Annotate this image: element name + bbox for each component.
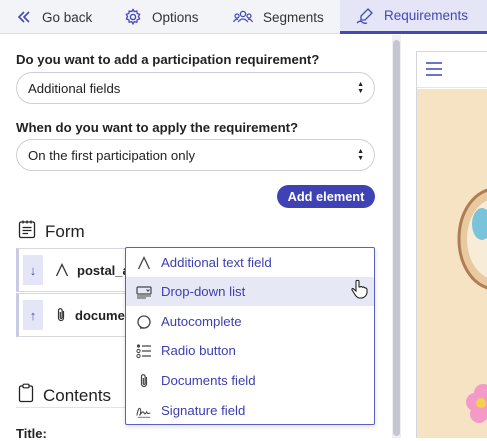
hand-pointer-icon — [350, 279, 368, 304]
menu-item-dropdown-list[interactable]: Drop-down list — [126, 277, 374, 306]
users-group-icon — [233, 9, 253, 25]
menu-item-label: Radio button — [161, 343, 236, 358]
hamburger-menu-icon[interactable] — [425, 61, 443, 82]
add-element-menu: Additional text field Drop-down list Aut… — [125, 247, 375, 425]
contents-section-title: Contents — [18, 383, 111, 408]
form-section-title: Form — [18, 219, 85, 244]
phone-preview-background — [417, 89, 487, 438]
menu-item-signature-field[interactable]: Signature field — [126, 396, 374, 425]
menu-item-radio-button[interactable]: Radio button — [126, 336, 374, 365]
top-navigation: Go back Options Segments Requirements — [0, 0, 487, 34]
select-arrows-icon: ▲ ▼ — [357, 148, 364, 162]
move-up-button[interactable]: ↑ — [23, 300, 43, 330]
add-element-button[interactable]: Add element — [277, 185, 375, 208]
participation-requirement-select[interactable]: Additional fields ▲ ▼ — [16, 72, 375, 104]
signature-pen-icon — [356, 7, 374, 25]
paperclip-icon — [55, 307, 67, 323]
apply-requirement-select[interactable]: On the first participation only ▲ ▼ — [16, 139, 375, 171]
form-title-label: Form — [45, 221, 85, 241]
radio-list-icon — [136, 343, 152, 359]
dropdown-icon — [136, 284, 152, 300]
tab-segments-label: Segments — [263, 9, 324, 25]
select-arrows-icon: ▲ ▼ — [357, 81, 364, 95]
apply-requirement-value: On the first participation only — [28, 147, 196, 163]
tab-requirements-label: Requirements — [384, 8, 469, 23]
gear-icon — [124, 8, 142, 26]
form-icon — [18, 219, 36, 244]
clipboard-icon — [18, 383, 34, 408]
menu-item-additional-text-field[interactable]: Additional text field — [126, 248, 374, 277]
menu-item-documents-field[interactable]: Documents field — [126, 366, 374, 395]
menu-item-label: Documents field — [161, 373, 256, 388]
field-name: postal_a — [77, 262, 130, 278]
menu-item-label: Signature field — [161, 403, 246, 418]
preview-illustration — [457, 188, 487, 423]
text-icon — [136, 255, 152, 271]
menu-item-label: Drop-down list — [161, 284, 246, 299]
tab-requirements[interactable]: Requirements — [340, 0, 487, 34]
move-down-button[interactable]: ↓ — [23, 255, 43, 285]
apply-requirement-question: When do you want to apply the requiremen… — [16, 120, 299, 135]
menu-item-label: Additional text field — [161, 255, 272, 270]
participation-requirement-question: Do you want to add a participation requi… — [16, 52, 320, 67]
double-chevron-left-icon — [16, 9, 32, 25]
field-name: documer — [75, 307, 130, 323]
panel-scrollbar-thumb[interactable] — [393, 40, 400, 436]
menu-item-label: Autocomplete — [161, 314, 242, 329]
title-field-label: Title: — [16, 426, 47, 441]
signature-icon — [136, 403, 152, 419]
tab-segments[interactable]: Segments — [233, 0, 324, 34]
go-back-label: Go back — [42, 9, 93, 25]
go-back-button[interactable]: Go back — [16, 0, 92, 34]
text-icon — [55, 263, 69, 277]
participation-requirement-value: Additional fields — [28, 80, 121, 96]
paperclip-icon — [136, 373, 152, 389]
tab-options[interactable]: Options — [124, 0, 199, 34]
menu-item-autocomplete[interactable]: Autocomplete — [126, 307, 374, 336]
autocomplete-icon — [136, 314, 152, 330]
tab-options-label: Options — [152, 9, 199, 25]
phone-header — [417, 52, 487, 88]
contents-title-label: Contents — [43, 385, 112, 405]
